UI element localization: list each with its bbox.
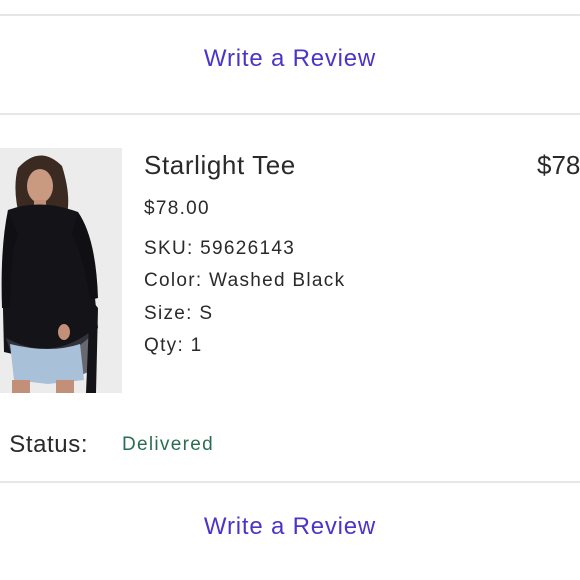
product-quantity: Qty: 1 bbox=[144, 335, 203, 356]
product-line-total: $78 bbox=[537, 150, 580, 180]
divider-before-item bbox=[0, 113, 580, 115]
product-sku: SKU: 59626143 bbox=[144, 238, 296, 259]
product-size: Size: S bbox=[144, 303, 214, 324]
divider-top bbox=[0, 14, 580, 16]
product-photo-illustration bbox=[0, 148, 122, 393]
product-color: Color: Washed Black bbox=[144, 270, 346, 291]
product-photo[interactable] bbox=[0, 148, 122, 393]
status-value: Delivered bbox=[122, 434, 214, 455]
product-price: $78.00 bbox=[144, 198, 210, 219]
write-review-link-top[interactable]: Write a Review bbox=[0, 44, 580, 74]
divider-after-item bbox=[0, 481, 580, 483]
write-review-link-bottom[interactable]: Write a Review bbox=[0, 512, 580, 542]
product-name[interactable]: Starlight Tee bbox=[144, 148, 296, 182]
status-label: n Status: bbox=[0, 431, 89, 458]
